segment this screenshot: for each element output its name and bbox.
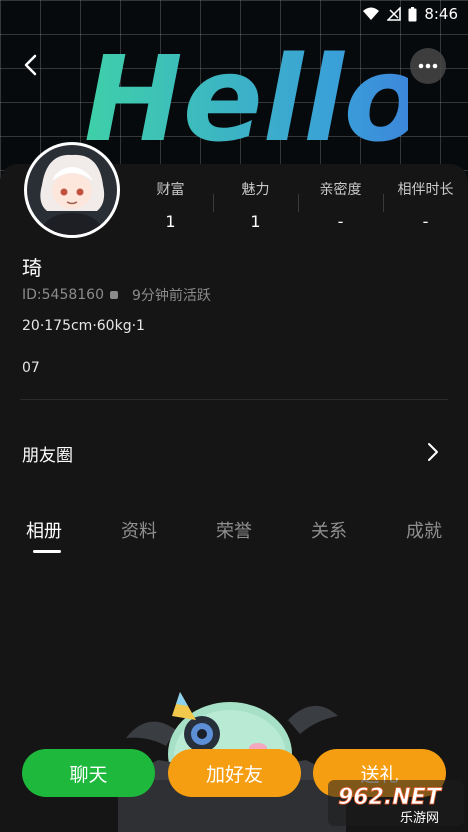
status-time: 8:46 — [424, 5, 458, 23]
back-button[interactable] — [14, 48, 48, 82]
add-friend-button[interactable]: 加好友 — [168, 749, 301, 797]
watermark-brand: 962.NET — [338, 785, 443, 810]
profile-tabs: 相册 资料 荣誉 关系 成就 — [0, 518, 468, 558]
stat-value: - — [422, 212, 429, 231]
divider — [20, 399, 448, 400]
chevron-right-icon — [428, 443, 438, 461]
stat-value: 1 — [250, 212, 261, 231]
cover-hello-art: Hello！ — [84, 30, 408, 158]
more-button[interactable] — [410, 48, 446, 84]
stat-intimacy[interactable]: 亲密度 - — [298, 180, 383, 240]
more-dots-icon — [418, 63, 438, 69]
stat-label: 财富 — [156, 182, 185, 198]
back-arrow-icon — [24, 54, 37, 76]
stat-charm[interactable]: 魅力 1 — [213, 180, 298, 240]
site-watermark: 962.NET 乐游网 — [328, 780, 464, 826]
tab-album[interactable]: 相册 — [26, 518, 62, 558]
user-id: ID:5458160 — [22, 287, 104, 303]
tab-info[interactable]: 资料 — [121, 518, 157, 558]
active-status: 9分钟前活跃 — [131, 288, 211, 304]
body-info: 20·175cm·60kg·1 — [22, 318, 145, 334]
signature: 07 — [22, 360, 40, 376]
chat-button[interactable]: 聊天 — [22, 749, 155, 797]
copy-icon[interactable] — [109, 291, 118, 299]
stat-companion-time[interactable]: 相伴时长 - — [383, 180, 468, 240]
tab-relations[interactable]: 关系 — [311, 518, 347, 558]
nickname: 琦 — [22, 256, 42, 280]
stat-value: 1 — [165, 212, 176, 231]
stat-value: - — [337, 212, 344, 231]
stat-wealth[interactable]: 财富 1 — [128, 180, 213, 240]
id-line: ID:5458160 9分钟前活跃 — [22, 285, 211, 305]
wifi-icon — [363, 7, 380, 20]
moments-label: 朋友圈 — [22, 446, 73, 466]
stat-label: 亲密度 — [319, 182, 362, 198]
stats-row: 财富 1 魅力 1 亲密度 - 相伴时长 - — [128, 180, 468, 240]
stat-label: 相伴时长 — [397, 182, 454, 198]
battery-icon — [408, 6, 417, 21]
avatar[interactable] — [24, 142, 120, 238]
moments-row[interactable]: 朋友圈 — [0, 420, 468, 484]
stat-label: 魅力 — [241, 182, 270, 198]
status-bar: 8:46 — [0, 0, 468, 28]
tab-honor[interactable]: 荣誉 — [216, 518, 252, 558]
signal-icon — [387, 7, 402, 21]
watermark-site: 乐游网 — [400, 811, 439, 826]
avatar-image — [27, 145, 117, 235]
cover-hello-text: Hello！ — [84, 30, 408, 158]
tab-achievements[interactable]: 成就 — [406, 518, 442, 558]
